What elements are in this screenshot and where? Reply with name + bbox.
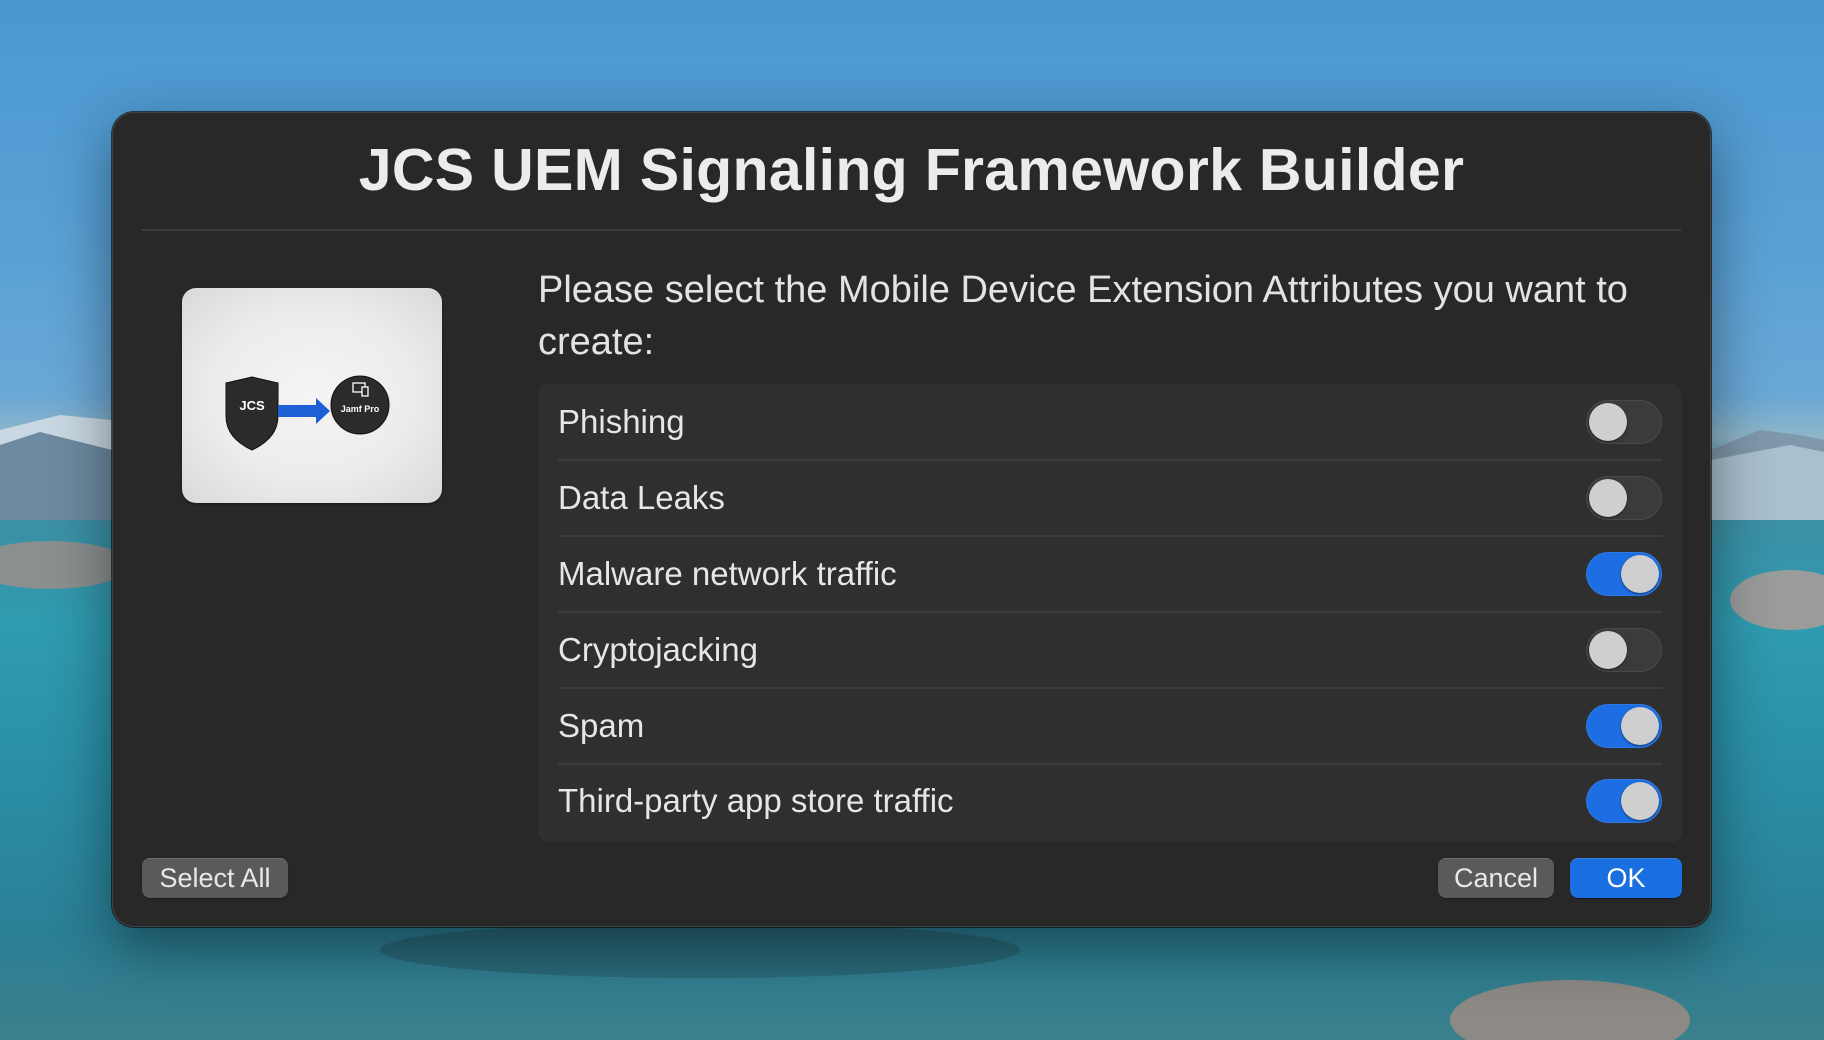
cryptojacking-toggle[interactable] — [1586, 628, 1662, 672]
select-all-button[interactable]: Select All — [142, 858, 288, 898]
toggle-knob — [1589, 631, 1627, 669]
spam-toggle[interactable] — [1586, 704, 1662, 748]
list-item: Data Leaks — [558, 460, 1662, 537]
attribute-label: Phishing — [558, 403, 685, 440]
list-item: Cryptojacking — [558, 612, 1662, 689]
dialog-title: JCS UEM Signaling Framework Builder — [358, 137, 1465, 203]
data-leaks-toggle[interactable] — [1586, 476, 1662, 520]
ok-button[interactable]: OK — [1570, 858, 1682, 898]
third-party-app-store-traffic-toggle[interactable] — [1586, 779, 1662, 823]
toggle-knob — [1589, 403, 1627, 441]
attribute-list: Phishing Data Leaks Malware network traf… — [538, 384, 1682, 842]
logo-jcs-text: JCS — [239, 398, 265, 413]
framework-builder-dialog: JCS UEM Signaling Framework Builder JCS … — [112, 112, 1711, 927]
title-divider — [142, 229, 1681, 231]
cancel-button[interactable]: Cancel — [1438, 858, 1554, 898]
app-logo: JCS Jamf Pro — [182, 288, 442, 503]
desktop-wallpaper: JCS UEM Signaling Framework Builder JCS … — [0, 0, 1824, 1040]
malware-network-traffic-toggle[interactable] — [1586, 552, 1662, 596]
toggle-knob — [1589, 479, 1627, 517]
toggle-knob — [1621, 782, 1659, 820]
attribute-label: Cryptojacking — [558, 631, 758, 668]
toggle-knob — [1621, 707, 1659, 745]
attribute-label: Spam — [558, 707, 645, 744]
list-item: Spam — [558, 688, 1662, 765]
list-item: Malware network traffic — [558, 536, 1662, 613]
phishing-toggle[interactable] — [1586, 400, 1662, 444]
selection-prompt: Please select the Mobile Device Extensio… — [538, 269, 1628, 363]
list-item: Phishing — [558, 384, 1662, 461]
attribute-label: Malware network traffic — [558, 555, 897, 592]
logo-jamf-text: Jamf Pro — [341, 404, 380, 414]
attribute-label: Data Leaks — [558, 479, 725, 516]
list-item: Third-party app store traffic — [558, 763, 1662, 839]
toggle-knob — [1621, 555, 1659, 593]
attribute-label: Third-party app store traffic — [558, 782, 954, 819]
